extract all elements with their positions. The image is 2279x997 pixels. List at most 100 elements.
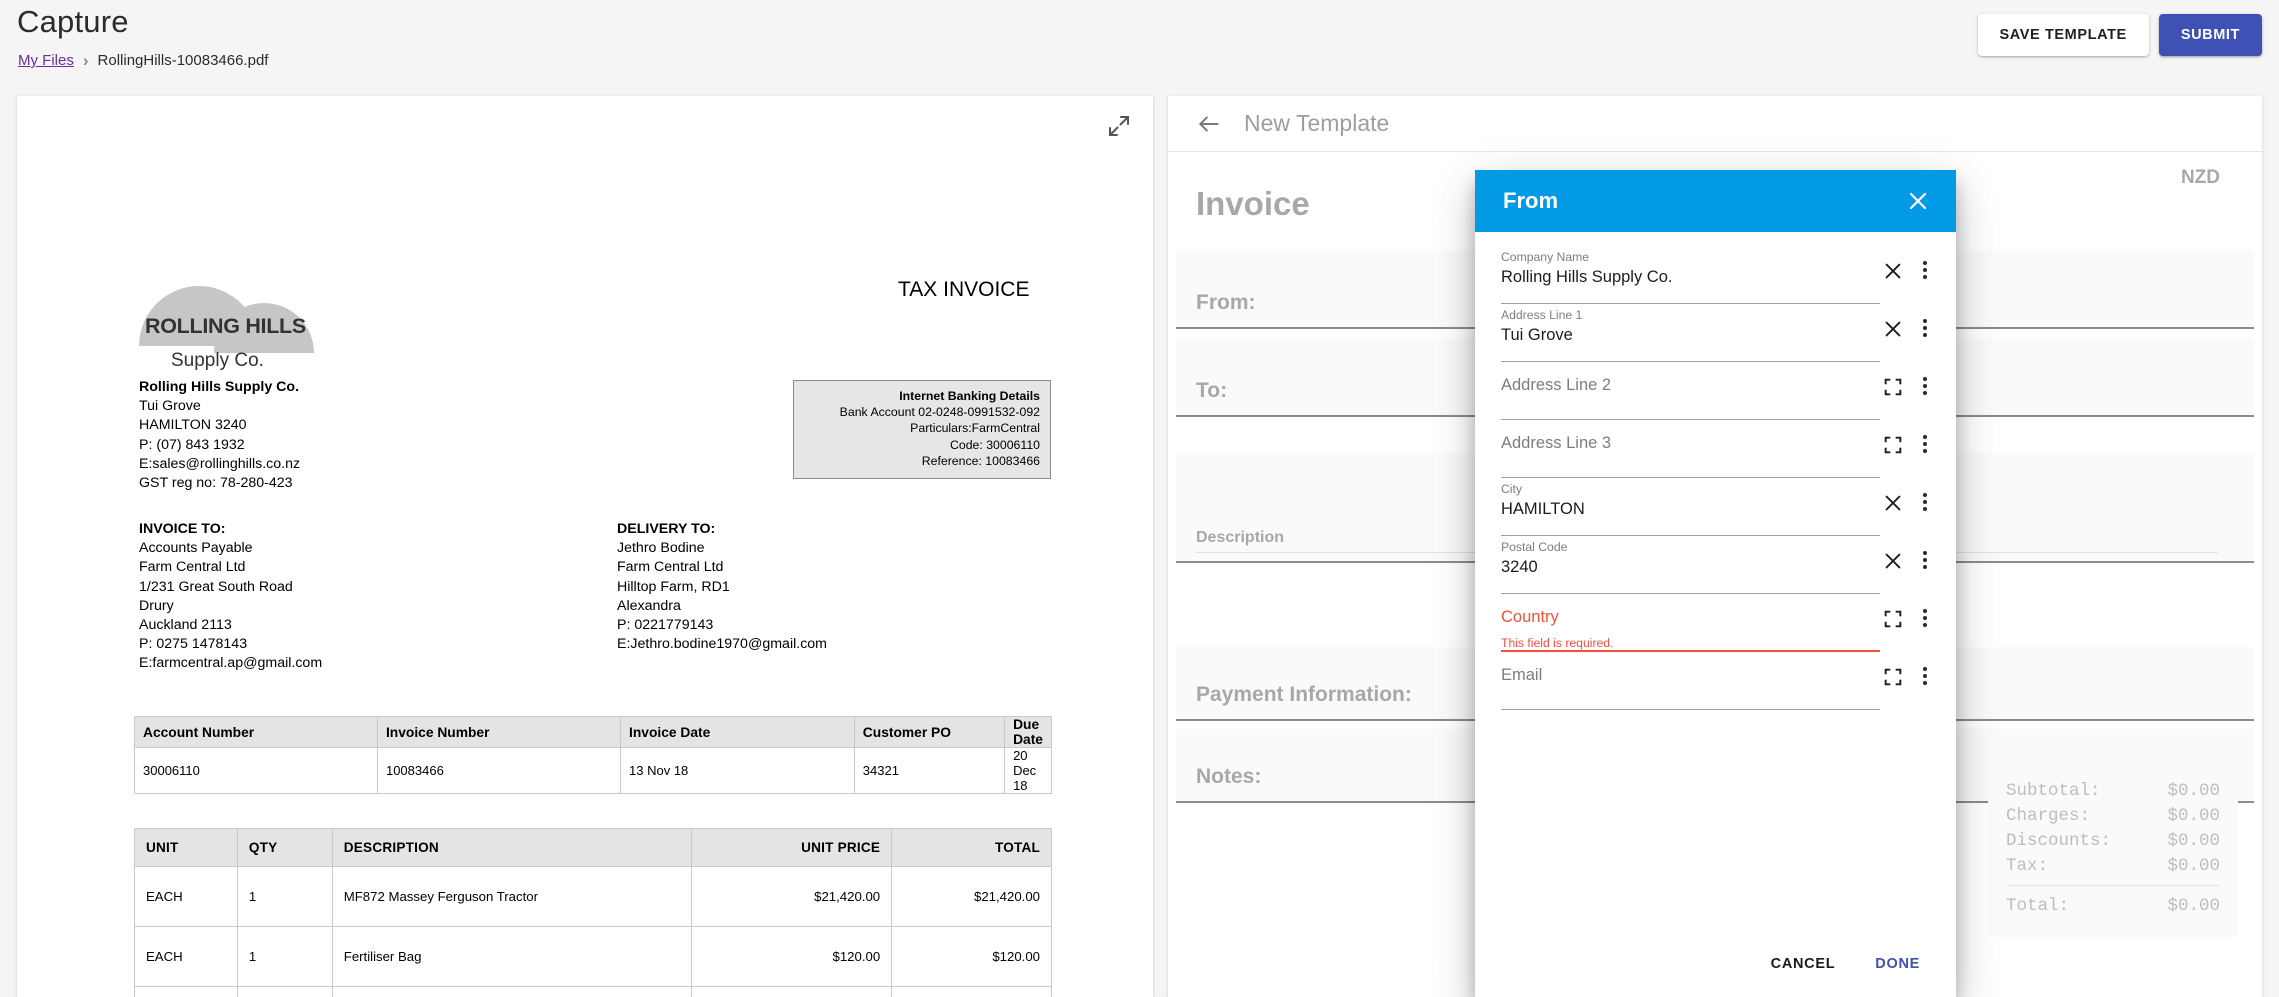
select-region-icon[interactable] xyxy=(1882,608,1904,630)
submit-button[interactable]: SUBMIT xyxy=(2159,14,2262,56)
form-field-label: Postal Code xyxy=(1501,540,1567,554)
template-header-title: New Template xyxy=(1244,110,1389,137)
invoice-to-line: Farm Central Ltd xyxy=(139,558,322,577)
field-overflow-menu-icon[interactable] xyxy=(1914,548,1936,572)
totals-label: Total: xyxy=(2006,894,2069,919)
menu-dot xyxy=(1923,384,1927,388)
breadcrumb-link-my-files[interactable]: My Files xyxy=(18,52,74,69)
field-overflow-menu-icon[interactable] xyxy=(1914,258,1936,282)
clear-field-icon[interactable] xyxy=(1882,492,1904,514)
supplier-line: E:sales@rollinghills.co.nz xyxy=(139,455,300,474)
clear-field-icon[interactable] xyxy=(1882,260,1904,282)
table-cell: $120.00 xyxy=(892,927,1052,987)
delivery-to-line: Alexandra xyxy=(617,597,827,616)
table-header-row: Account NumberInvoice NumberInvoice Date… xyxy=(135,717,1052,748)
totals-label: Discounts: xyxy=(2006,829,2111,854)
top-bar-actions: SAVE TEMPLATE SUBMIT xyxy=(1978,14,2263,56)
totals-label: Subtotal: xyxy=(2006,779,2101,804)
form-field-error: This field is required. xyxy=(1501,636,1613,650)
clear-field-icon[interactable] xyxy=(1882,550,1904,572)
breadcrumb-current-file: RollingHills-10083466.pdf xyxy=(98,52,269,69)
form-field-input[interactable]: Postal Code3240 xyxy=(1501,536,1880,594)
form-field-input[interactable]: Address Line 3 xyxy=(1501,420,1880,478)
field-overflow-menu-icon[interactable] xyxy=(1914,490,1936,514)
table-cell: $21,420.00 xyxy=(692,867,892,927)
form-field-input[interactable]: Address Line 2 xyxy=(1501,362,1880,420)
table-cell: $120.00 xyxy=(692,927,892,987)
table-cell: 1 xyxy=(237,927,332,987)
form-field-row: Address Line 3 xyxy=(1501,420,1934,478)
totals-row: Total:$0.00 xyxy=(2006,894,2220,919)
top-bar: Capture My Files › RollingHills-10083466… xyxy=(0,0,2279,84)
table-cell: EACH xyxy=(135,867,238,927)
chevron-right-icon: › xyxy=(83,52,89,69)
menu-dot xyxy=(1923,275,1927,279)
form-field-placeholder: Address Line 3 xyxy=(1501,434,1611,453)
form-field-input[interactable]: CityHAMILTON xyxy=(1501,478,1880,536)
cancel-button[interactable]: CANCEL xyxy=(1755,946,1852,982)
bank-detail-line: Bank Account 02-0248-0991532-092 xyxy=(804,404,1040,420)
menu-dot xyxy=(1923,391,1927,395)
table-column-header: Customer PO xyxy=(854,717,1004,748)
save-template-button[interactable]: SAVE TEMPLATE xyxy=(1978,14,2149,56)
table-column-header: Invoice Number xyxy=(377,717,620,748)
field-overflow-menu-icon[interactable] xyxy=(1914,606,1936,630)
close-icon[interactable] xyxy=(1906,189,1930,213)
field-overflow-menu-icon[interactable] xyxy=(1914,432,1936,456)
invoice-to-block: INVOICE TO: Accounts PayableFarm Central… xyxy=(139,520,322,674)
from-dialog-title: From xyxy=(1503,188,1558,214)
totals-label: Charges: xyxy=(2006,804,2090,829)
form-field-placeholder: Country xyxy=(1501,608,1559,627)
select-region-icon[interactable] xyxy=(1882,434,1904,456)
menu-dot xyxy=(1923,609,1927,613)
delivery-to-block: DELIVERY TO: Jethro BodineFarm Central L… xyxy=(617,520,827,654)
invoice-to-lines: Accounts PayableFarm Central Ltd1/231 Gr… xyxy=(139,539,322,673)
menu-dot xyxy=(1923,507,1927,511)
select-region-icon[interactable] xyxy=(1882,376,1904,398)
form-field-label: Company Name xyxy=(1501,250,1589,264)
table-cell: Fertiliser Bag xyxy=(332,927,692,987)
invoice-page: ROLLING HILLS Supply Co. TAX INVOICE Rol… xyxy=(17,96,1153,997)
table-cell: 30006110 xyxy=(135,748,378,794)
form-field-row: CityHAMILTON xyxy=(1501,478,1934,536)
delivery-to-line: E:Jethro.bodine1970@gmail.com xyxy=(617,635,827,654)
done-button[interactable]: DONE xyxy=(1859,946,1936,982)
field-overflow-menu-icon[interactable] xyxy=(1914,374,1936,398)
invoice-to-line: Accounts Payable xyxy=(139,539,322,558)
bank-detail-line: Particulars:FarmCentral xyxy=(804,420,1040,436)
form-field-row: Address Line 1Tui Grove xyxy=(1501,304,1934,362)
form-field-row: Postal Code3240 xyxy=(1501,536,1934,594)
menu-dot xyxy=(1923,500,1927,504)
table-cell: 1 xyxy=(237,987,332,997)
from-dialog-header: From xyxy=(1475,170,1956,232)
table-cell: 1 xyxy=(237,867,332,927)
table-column-header: Invoice Date xyxy=(621,717,855,748)
document-viewer: ROLLING HILLS Supply Co. TAX INVOICE Rol… xyxy=(17,96,1153,997)
select-region-icon[interactable] xyxy=(1882,666,1904,688)
menu-dot xyxy=(1923,435,1927,439)
totals-value: $0.00 xyxy=(2167,854,2220,879)
form-field-placeholder: Address Line 2 xyxy=(1501,376,1611,395)
delivery-to-heading: DELIVERY TO: xyxy=(617,520,827,539)
form-field-input[interactable]: Email xyxy=(1501,652,1880,710)
totals-row: Subtotal:$0.00 xyxy=(2006,779,2220,804)
supplier-line: P: (07) 843 1932 xyxy=(139,436,300,455)
field-overflow-menu-icon[interactable] xyxy=(1914,664,1936,688)
template-band-label: Description xyxy=(1196,529,1284,547)
delivery-to-line: Hilltop Farm, RD1 xyxy=(617,578,827,597)
form-field-input[interactable]: Company NameRolling Hills Supply Co. xyxy=(1501,246,1880,304)
table-header-row: UNITQTYDESCRIPTIONUNIT PRICETOTAL xyxy=(135,829,1052,867)
form-field-row: Country This field is required. xyxy=(1501,594,1934,652)
back-arrow-icon[interactable] xyxy=(1196,111,1222,137)
totals-row: Discounts:$0.00 xyxy=(2006,829,2220,854)
invoice-summary-table: Account NumberInvoice NumberInvoice Date… xyxy=(134,716,1052,794)
form-field-input[interactable]: Address Line 1Tui Grove xyxy=(1501,304,1880,362)
field-overflow-menu-icon[interactable] xyxy=(1914,316,1936,340)
menu-dot xyxy=(1923,667,1927,671)
clear-field-icon[interactable] xyxy=(1882,318,1904,340)
table-cell: $150.00 xyxy=(692,987,892,997)
invoice-to-heading: INVOICE TO: xyxy=(139,520,322,539)
template-band-label: To: xyxy=(1196,379,1227,403)
menu-dot xyxy=(1923,623,1927,627)
invoice-line-items-table: UNITQTYDESCRIPTIONUNIT PRICETOTAL EACH1M… xyxy=(134,828,1052,997)
